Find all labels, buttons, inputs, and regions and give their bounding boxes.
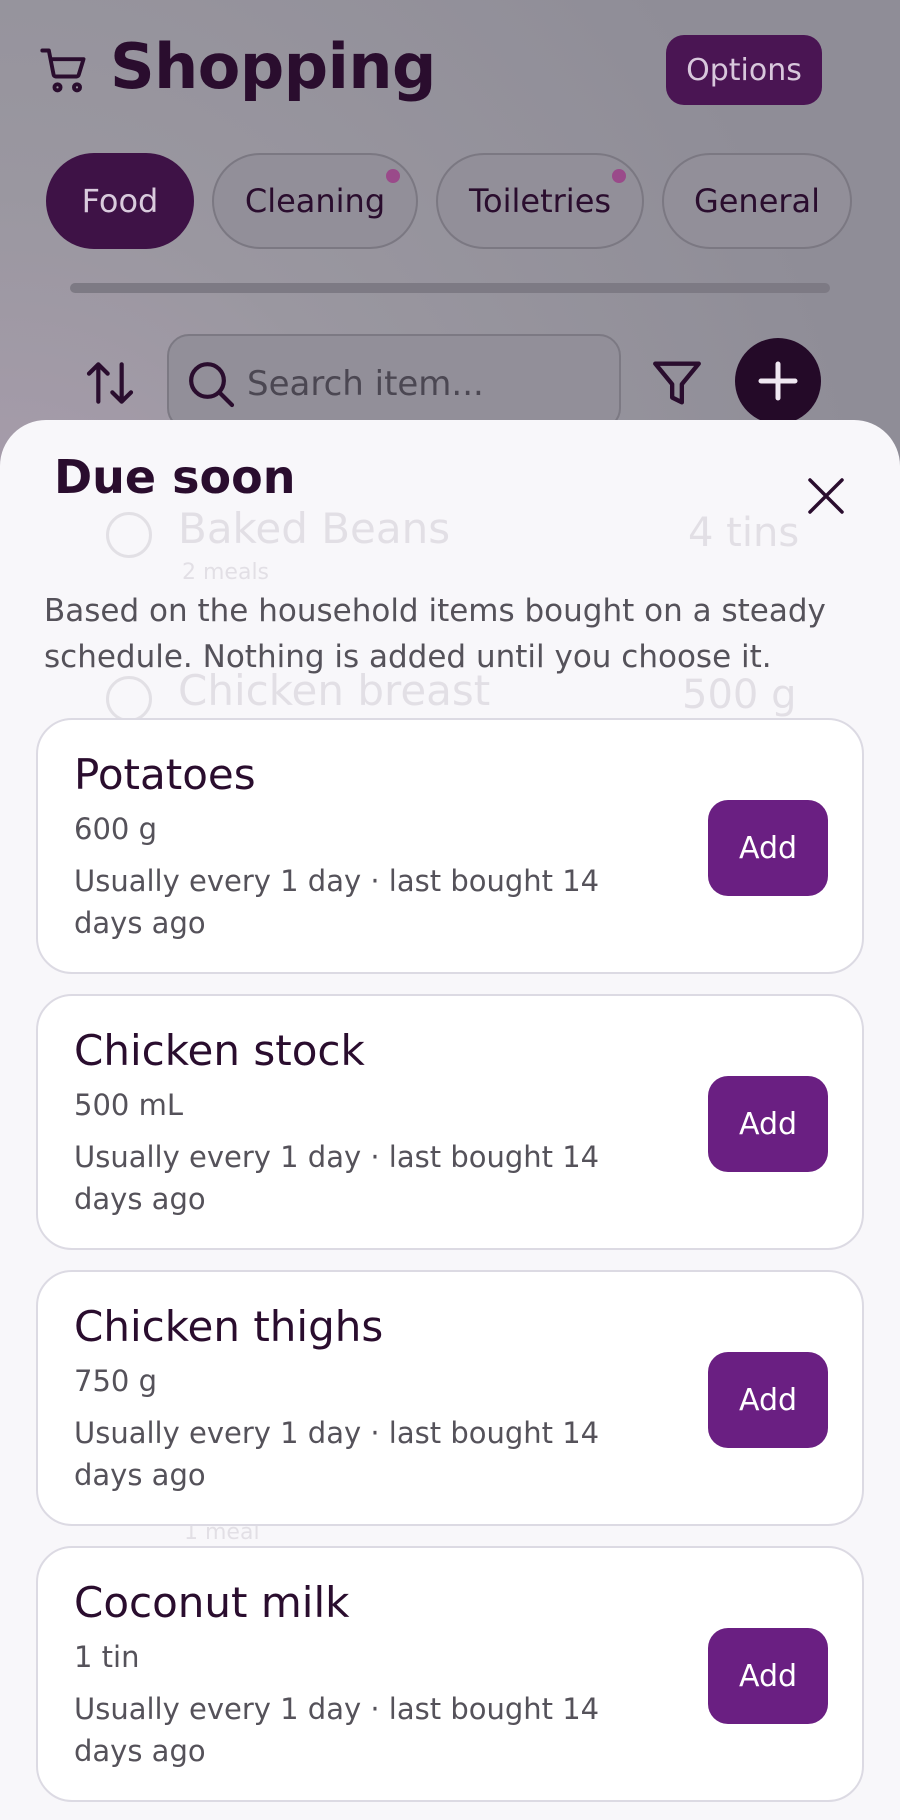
plus-icon: [758, 361, 798, 401]
list-item-name: Baked Beans: [178, 504, 451, 553]
tab-label: General: [693, 182, 821, 220]
due-item-card: Chicken thighs 750 g Usually every 1 day…: [36, 1270, 864, 1526]
item-name: Chicken stock: [74, 1026, 365, 1075]
add-button[interactable]: Add: [708, 1076, 828, 1172]
add-button[interactable]: Add: [708, 1628, 828, 1724]
check-circle-icon: [106, 512, 152, 558]
tab-cleaning[interactable]: Cleaning: [212, 153, 418, 249]
list-item-sub: 2 meals: [182, 560, 270, 585]
item-schedule: Usually every 1 day · last bought 14 day…: [74, 1140, 600, 1216]
filter-icon[interactable]: [648, 354, 706, 412]
add-button[interactable]: Add: [708, 1352, 828, 1448]
notification-dot: [386, 169, 400, 183]
item-schedule: Usually every 1 day · last bought 14 day…: [74, 1416, 600, 1492]
item-quantity: 600 g: [74, 812, 157, 846]
tab-scroll-indicator: [70, 283, 830, 293]
tab-toiletries[interactable]: Toiletries: [436, 153, 644, 249]
list-item-qty: 4 tins: [688, 510, 800, 556]
page-title: Shopping: [110, 30, 436, 103]
notification-dot: [612, 169, 626, 183]
search-field[interactable]: [167, 334, 621, 430]
tab-label: Cleaning: [244, 182, 386, 220]
due-item-card: Chicken stock 500 mL Usually every 1 day…: [36, 994, 864, 1250]
item-quantity: 1 tin: [74, 1640, 140, 1674]
add-item-button[interactable]: [735, 338, 821, 424]
search-icon: [189, 362, 235, 408]
sheet-title: Due soon: [54, 450, 296, 504]
item-name: Chicken thighs: [74, 1302, 384, 1351]
close-icon: [808, 478, 844, 514]
item-quantity: 500 mL: [74, 1088, 183, 1122]
tab-label: Toiletries: [468, 182, 612, 220]
due-item-card: Coconut milk 1 tin Usually every 1 day ·…: [36, 1546, 864, 1802]
item-quantity: 750 g: [74, 1364, 157, 1398]
cart-icon: [40, 48, 86, 93]
item-schedule: Usually every 1 day · last bought 14 day…: [74, 864, 600, 940]
header: Shopping Options: [0, 0, 900, 140]
item-schedule: Usually every 1 day · last bought 14 day…: [74, 1692, 600, 1768]
close-button[interactable]: [796, 466, 856, 526]
item-name: Coconut milk: [74, 1578, 350, 1627]
tab-general[interactable]: General: [662, 153, 852, 249]
item-name: Potatoes: [74, 750, 256, 799]
sort-icon[interactable]: [82, 355, 138, 411]
search-input[interactable]: [247, 354, 607, 414]
options-button[interactable]: Options: [666, 35, 822, 105]
due-item-card: Potatoes 600 g Usually every 1 day · las…: [36, 718, 864, 974]
due-soon-sheet: Baked Beans 2 meals 4 tins Chicken breas…: [0, 420, 900, 1820]
check-circle-icon: [106, 676, 152, 722]
add-button[interactable]: Add: [708, 800, 828, 896]
tab-food[interactable]: Food: [46, 153, 194, 249]
tab-label: Food: [81, 182, 159, 220]
app-root: Shopping Options Food Cleaning Toiletrie…: [0, 0, 900, 1820]
sheet-description: Based on the household items bought on a…: [44, 593, 826, 675]
